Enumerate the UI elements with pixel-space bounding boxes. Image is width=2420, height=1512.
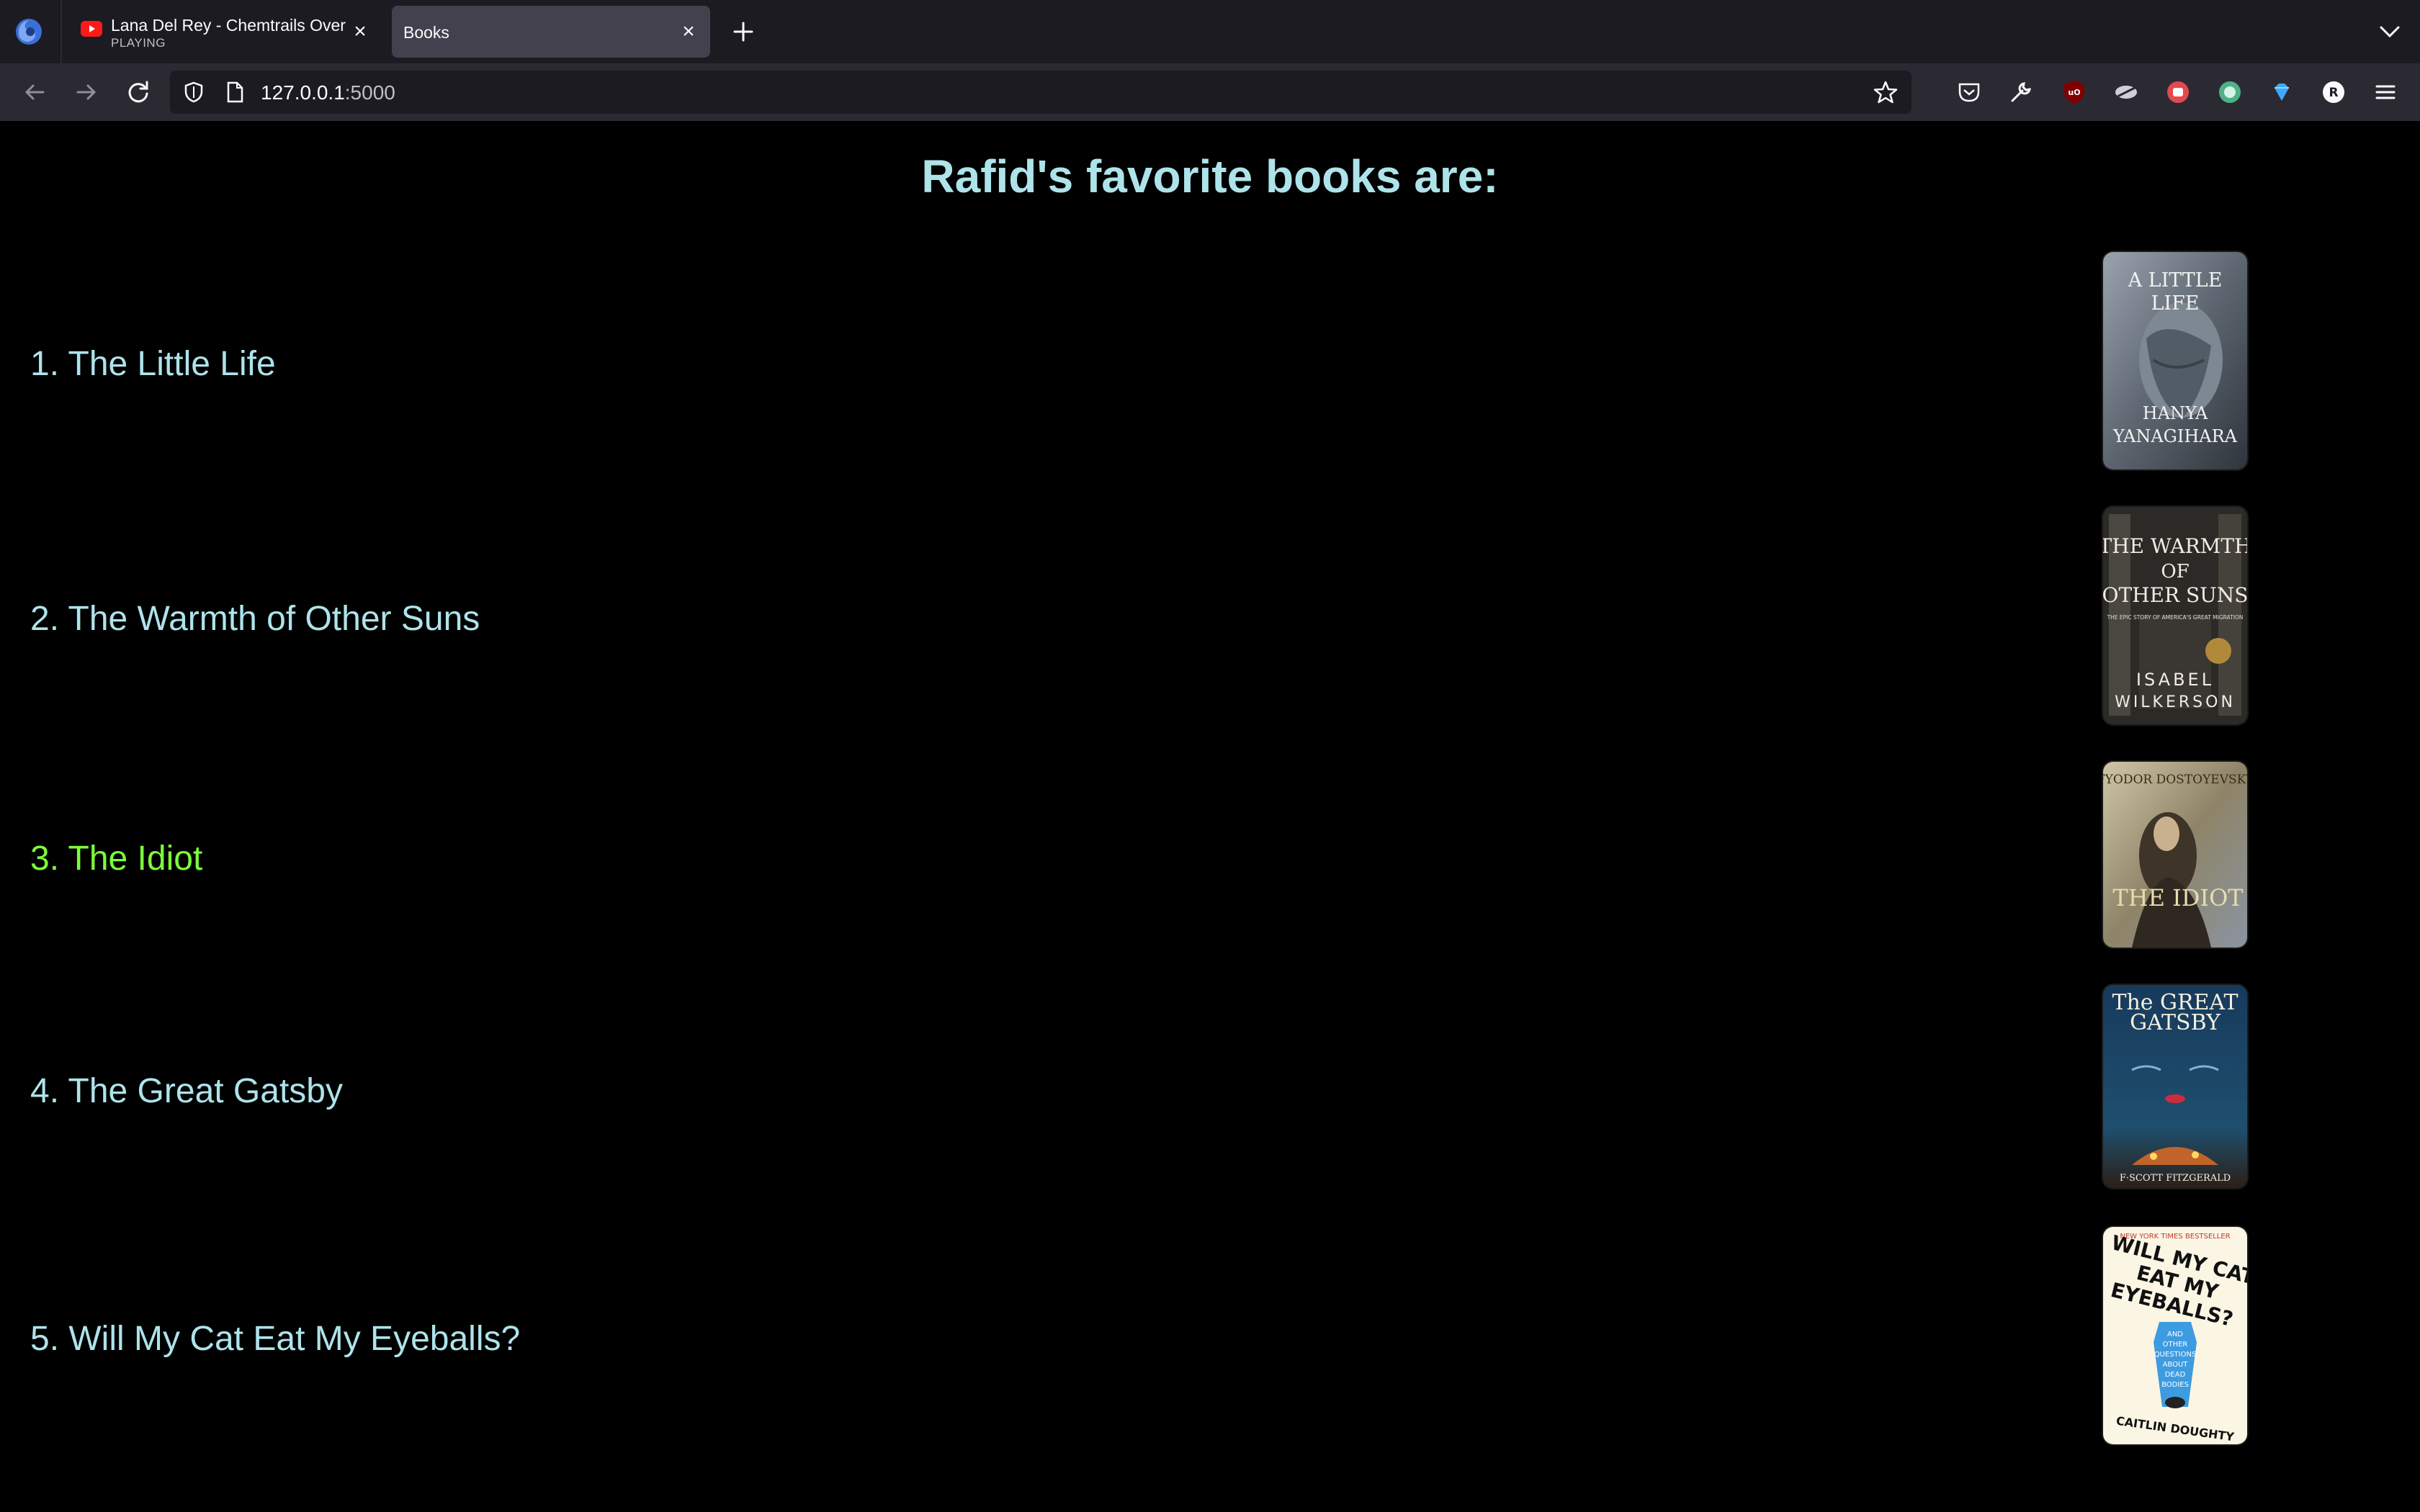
- account-avatar-icon[interactable]: R: [2319, 78, 2348, 107]
- book-item: 2. The Warmth of Other Suns: [30, 600, 480, 638]
- svg-text:uO: uO: [2068, 88, 2080, 97]
- menu-icon[interactable]: [2371, 78, 2400, 107]
- back-icon[interactable]: [19, 76, 50, 108]
- cover-title-line: GATSBY: [2130, 1010, 2221, 1035]
- cover-author-line: HANYA: [2143, 403, 2208, 423]
- cover-title-line: OTHER SUNS: [2103, 583, 2247, 607]
- cover-sub-line: BODIES: [2161, 1381, 2189, 1389]
- new-tab-icon[interactable]: [727, 16, 759, 48]
- cover-sub-line: ABOUT: [2163, 1361, 2189, 1369]
- page-icon: [227, 81, 243, 103]
- forward-icon[interactable]: [71, 76, 102, 108]
- close-tab-icon[interactable]: ×: [678, 21, 699, 42]
- tab-books[interactable]: Books ×: [392, 6, 710, 58]
- cover-sub-line: DEAD: [2165, 1371, 2186, 1379]
- cover-sub-line: QUESTIONS: [2154, 1351, 2197, 1359]
- shield-icon[interactable]: [183, 81, 205, 104]
- cover-author-line: FYODOR DOSTOYEVSKY: [2103, 773, 2247, 787]
- tab-bar: Lana Del Rey - Chemtrails Over PLAYING ×…: [0, 0, 2420, 63]
- firefox-icon[interactable]: [13, 16, 45, 48]
- extension-gem-icon[interactable]: [2267, 78, 2296, 107]
- url-text: 127.0.0.1:5000: [261, 81, 395, 104]
- tab-title: Books: [403, 23, 449, 42]
- cover-author-line: YANAGIHARA: [2112, 426, 2238, 446]
- cover-author-line: WILKERSON: [2115, 693, 2236, 711]
- cover-title-line: LIFE: [2151, 292, 2199, 315]
- url-host: 127.0.0.1: [261, 81, 345, 104]
- url-port: :5000: [344, 81, 395, 104]
- url-bar[interactable]: 127.0.0.1:5000: [170, 71, 1912, 114]
- cover-title-line: THE IDIOT: [2112, 884, 2244, 912]
- cover-sub-line: AND: [2167, 1331, 2183, 1338]
- cover-title-line: OF: [2161, 561, 2189, 582]
- book-item: 5. Will My Cat Eat My Eyeballs?: [30, 1320, 521, 1358]
- youtube-icon: [81, 21, 102, 37]
- tab-youtube[interactable]: Lana Del Rey - Chemtrails Over PLAYING ×: [69, 6, 382, 58]
- book-cover-warmth: THE WARMTH OF OTHER SUNS THE EPIC STORY …: [2103, 507, 2247, 724]
- reload-icon[interactable]: [122, 76, 154, 108]
- page-content: Rafid's favorite books are: 1. The Littl…: [0, 121, 2420, 1512]
- cover-author-line: F·SCOTT FITZGERALD: [2120, 1173, 2231, 1184]
- book-cover-idiot: FYODOR DOSTOYEVSKY THE IDIOT: [2103, 762, 2247, 948]
- pocket-icon[interactable]: [1955, 78, 1984, 107]
- wrench-icon[interactable]: [2007, 78, 2035, 107]
- book-cover-little-life: A LITTLE LIFE HANYA YANAGIHARA: [2103, 252, 2247, 469]
- book-cover-cat: NEW YORK TIMES BESTSELLER WILL MY CAT EA…: [2103, 1227, 2247, 1444]
- bookmark-star-icon[interactable]: [1873, 79, 1899, 105]
- navigation-toolbar: 127.0.0.1:5000 uO R: [0, 63, 2420, 121]
- tab-separator: [60, 0, 62, 63]
- book-item: 4. The Great Gatsby: [30, 1072, 343, 1110]
- chevron-down-icon[interactable]: [2377, 19, 2403, 45]
- extension-red-icon[interactable]: [2164, 78, 2192, 107]
- book-item: 1. The Little Life: [30, 345, 276, 383]
- cover-title-line: A LITTLE: [2128, 269, 2223, 292]
- cover-author-line: ISABEL: [2136, 670, 2214, 690]
- cover-title-line: THE WARMTH: [2103, 534, 2247, 558]
- book-item-highlighted: 3. The Idiot: [30, 840, 203, 878]
- ublock-icon[interactable]: uO: [2060, 78, 2089, 107]
- tab-title: Lana Del Rey - Chemtrails Over: [111, 16, 346, 35]
- tab-playing-label: PLAYING: [111, 36, 166, 50]
- extension-mask-icon[interactable]: [2112, 78, 2141, 107]
- svg-text:R: R: [2329, 86, 2338, 100]
- extension-globe-icon[interactable]: [2215, 78, 2244, 107]
- page-title: Rafid's favorite books are:: [921, 150, 1499, 202]
- cover-sub-line: OTHER: [2163, 1341, 2188, 1349]
- cover-tagline: THE EPIC STORY OF AMERICA'S GREAT MIGRAT…: [2107, 614, 2244, 621]
- book-cover-gatsby: The GREAT GATSBY F·SCOTT FITZGERALD: [2103, 985, 2247, 1188]
- close-tab-icon[interactable]: ×: [350, 21, 370, 42]
